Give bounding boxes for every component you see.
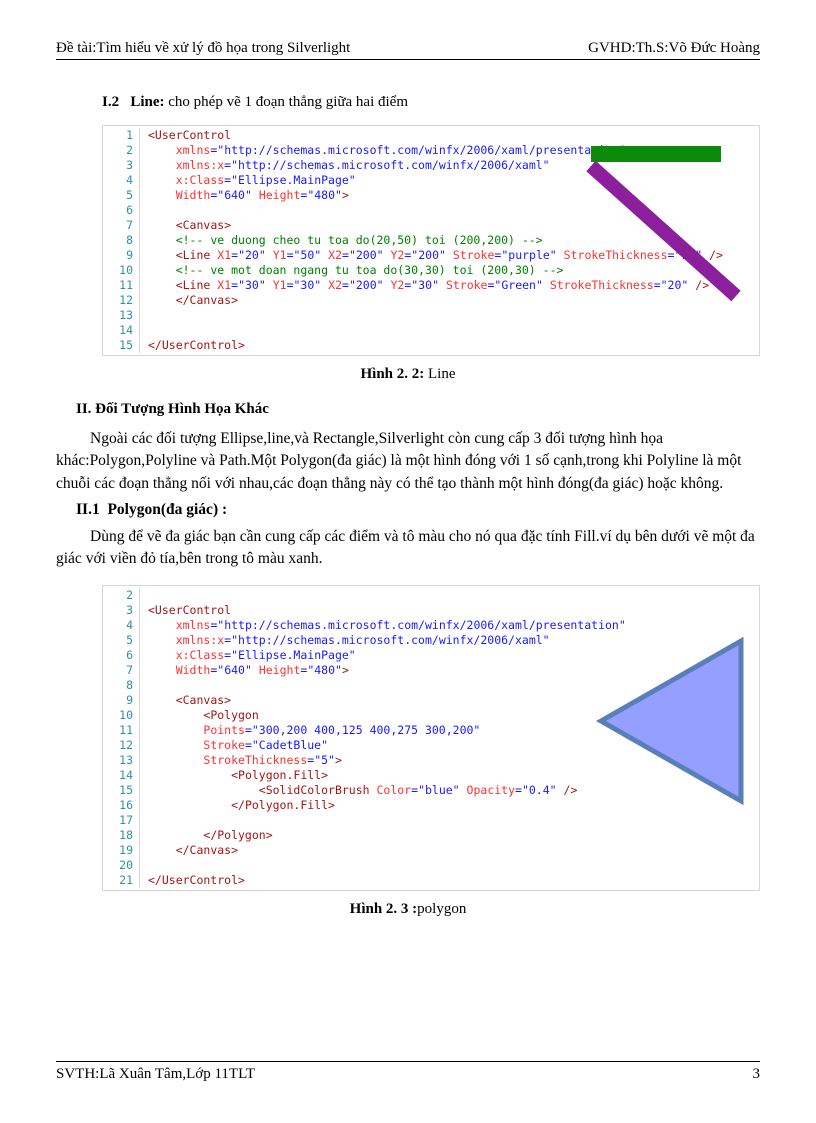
section-label: Line: bbox=[130, 94, 164, 110]
figure-1-caption: Hình 2. 2: Line bbox=[56, 366, 760, 383]
section-num: I.2 bbox=[102, 94, 119, 110]
page-header: Đề tài:Tìm hiểu về xử lý đồ họa trong Si… bbox=[56, 40, 760, 60]
section-ii-title: II. Đối Tượng Hình Họa Khác bbox=[76, 401, 760, 418]
figure-2-caption: Hình 2. 3 :polygon bbox=[56, 901, 760, 918]
code-figure-1: 1<UserControl 2 xmlns="http://schemas.mi… bbox=[102, 125, 760, 356]
footer-left: SVTH:Lã Xuân Tâm,Lớp 11TLT bbox=[56, 1066, 255, 1083]
paragraph-1: Ngoài các đối tượng Ellipse,line,và Rect… bbox=[56, 428, 760, 495]
paragraph-2: Dùng để vẽ đa giác bạn cần cung cấp các … bbox=[56, 526, 760, 571]
page-footer: SVTH:Lã Xuân Tâm,Lớp 11TLT 3 bbox=[56, 1061, 760, 1083]
section-rest: cho phép vẽ 1 đoạn thẳng giữa hai điểm bbox=[165, 94, 408, 110]
section-i2-title: I.2 Line: cho phép vẽ 1 đoạn thẳng giữa … bbox=[102, 94, 760, 111]
section-ii1-title: II.1 Polygon(đa giác) : bbox=[76, 499, 760, 521]
page-number: 3 bbox=[753, 1066, 761, 1083]
document-page: Đề tài:Tìm hiểu về xử lý đồ họa trong Si… bbox=[0, 0, 816, 1123]
header-left: Đề tài:Tìm hiểu về xử lý đồ họa trong Si… bbox=[56, 40, 350, 57]
header-right: GVHD:Th.S:Võ Đức Hoàng bbox=[588, 40, 760, 57]
code-figure-2: 2 3<UserControl 4 xmlns="http://schemas.… bbox=[102, 585, 760, 891]
